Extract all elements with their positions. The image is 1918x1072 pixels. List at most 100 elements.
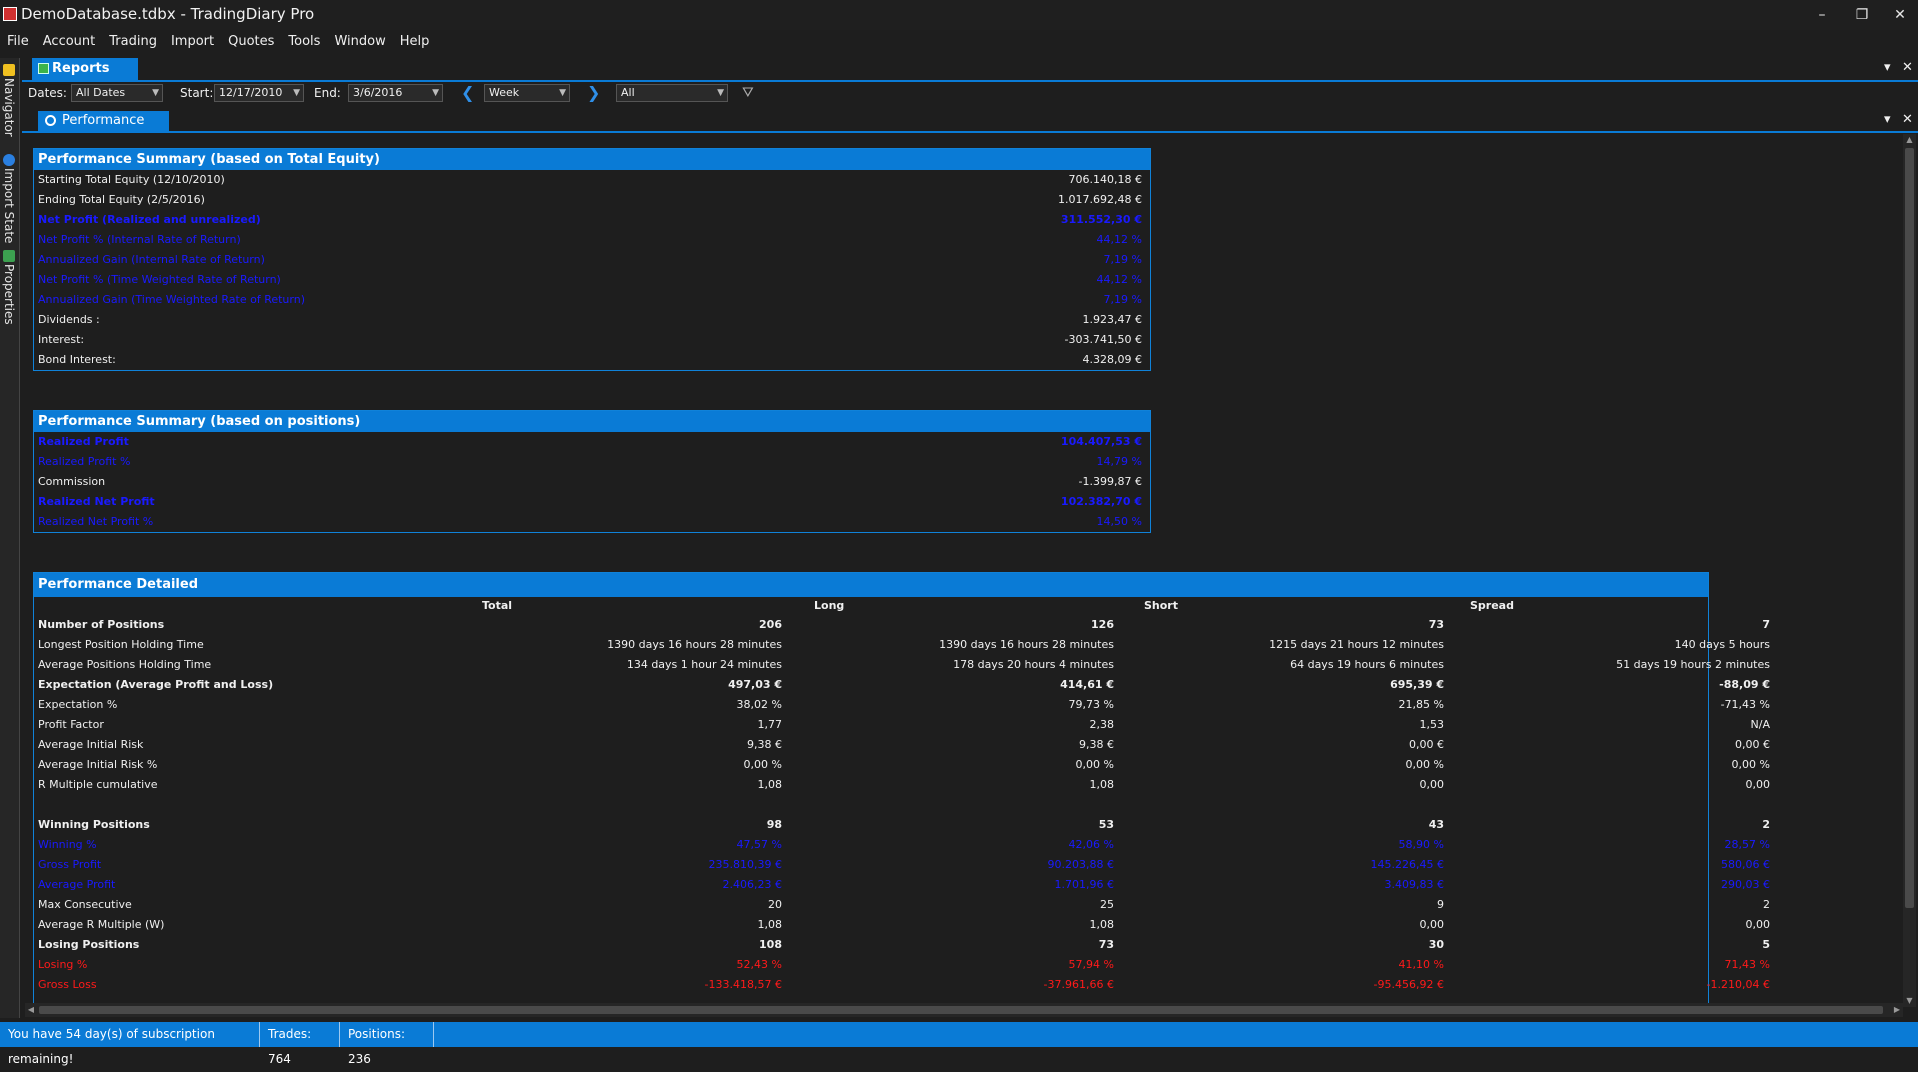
end-date-picker[interactable]: 3/6/2016 ▼ xyxy=(348,84,443,102)
table-cell-short: 695,39 € xyxy=(1390,678,1444,691)
dropdown-arrow-icon: ▼ xyxy=(152,88,159,98)
previous-period-icon[interactable]: ❮ xyxy=(461,83,474,102)
table-cell-spread: N/A xyxy=(1750,718,1770,731)
menu-quotes[interactable]: Quotes xyxy=(221,32,281,52)
menu-trading[interactable]: Trading xyxy=(102,32,164,52)
summary-row-label: Realized Net Profit xyxy=(38,495,155,508)
start-date-picker[interactable]: 12/17/2010 ▼ xyxy=(214,84,304,102)
table-row-label: Losing % xyxy=(38,958,88,971)
filter-select-value: All xyxy=(621,86,635,99)
table-spacer-row xyxy=(34,795,1708,815)
start-label: Start: xyxy=(180,86,214,100)
scroll-right-icon[interactable]: ▶ xyxy=(1891,1003,1903,1017)
tab-reports[interactable]: Reports xyxy=(32,58,138,80)
table-cell-long: 9,38 € xyxy=(1079,738,1114,751)
filter-icon[interactable]: ⛛ xyxy=(742,85,754,101)
performance-tab-bar: Performance ▾ ✕ xyxy=(22,111,1918,133)
table-row-label: Average Profit xyxy=(38,878,116,891)
table-row-label: Average R Multiple (W) xyxy=(38,918,165,931)
column-header-spread: Spread xyxy=(1470,599,1514,612)
period-select[interactable]: Week ▼ xyxy=(484,84,570,102)
table-cell-long: 414,61 € xyxy=(1060,678,1114,691)
vertical-scrollbar[interactable]: ▲ ▼ xyxy=(1903,134,1916,1007)
trades-count: Trades: 764 xyxy=(260,1022,340,1066)
filter-select[interactable]: All ▼ xyxy=(616,84,728,102)
scroll-up-icon[interactable]: ▲ xyxy=(1903,134,1916,146)
close-icon[interactable]: ✕ xyxy=(1902,112,1913,127)
scroll-down-icon[interactable]: ▼ xyxy=(1903,995,1916,1007)
chevron-down-icon[interactable]: ▾ xyxy=(1884,60,1891,75)
chevron-down-icon[interactable]: ▾ xyxy=(1884,112,1891,127)
side-tab-import-state[interactable]: Import State xyxy=(0,152,18,243)
table-row-label: Expectation % xyxy=(38,698,118,711)
summary-row-value: 1.017.692,48 € xyxy=(1058,193,1142,206)
tab-performance[interactable]: Performance xyxy=(38,111,169,131)
table-cell-spread: 0,00 xyxy=(1745,918,1771,931)
table-cell-long: 25 xyxy=(1100,898,1114,911)
scroll-left-icon[interactable]: ◀ xyxy=(25,1003,37,1017)
close-icon[interactable]: ✕ xyxy=(1878,3,1918,27)
summary-row-value: 14,79 % xyxy=(1096,455,1142,468)
table-row: Losing Positions 108 73 30 5 xyxy=(34,935,1770,955)
summary-row: Annualized Gain (Internal Rate of Return… xyxy=(34,250,1150,270)
table-cell-total: 20 xyxy=(768,898,782,911)
table-cell-total: 47,57 % xyxy=(736,838,782,851)
summary-row: Realized Net Profit 102.382,70 € xyxy=(34,492,1150,512)
close-icon[interactable]: ✕ xyxy=(1902,60,1913,75)
menu-help[interactable]: Help xyxy=(393,32,437,52)
summary-row: Net Profit (Realized and unrealized) 311.… xyxy=(34,210,1150,230)
table-cell-short: 9 xyxy=(1437,898,1444,911)
summary-row-value: 7,19 % xyxy=(1103,293,1142,306)
table-row-label: R Multiple cumulative xyxy=(38,778,158,791)
end-date-value: 3/6/2016 xyxy=(353,86,403,99)
vertical-scroll-thumb[interactable] xyxy=(1905,148,1914,908)
minimize-icon[interactable]: – xyxy=(1800,3,1844,27)
summary-row-value: 104.407,53 € xyxy=(1060,435,1142,448)
table-cell-total: 1,08 xyxy=(757,918,783,931)
detailed-column-headers: Total Long Short Spread xyxy=(34,597,1708,615)
table-cell-short: 73 xyxy=(1428,618,1444,631)
report-content: Performance Summary (based on Total Equi… xyxy=(25,134,1903,1007)
table-row: Expectation (Average Profit and Loss) 497… xyxy=(34,675,1770,695)
subscription-status: You have 54 day(s) of subscription remai… xyxy=(0,1022,260,1066)
table-row-label: Winning Positions xyxy=(38,818,150,831)
summary-row-label: Net Profit % (Internal Rate of Return) xyxy=(38,233,241,246)
horizontal-scrollbar[interactable]: ◀ ▶ xyxy=(25,1003,1903,1017)
table-row: Gross Profit 235.810,39 € 90.203,88 € 145.2… xyxy=(34,855,1770,875)
menu-account[interactable]: Account xyxy=(36,32,103,52)
side-tab-label: Import State xyxy=(2,168,16,244)
summary-row-value: 706.140,18 € xyxy=(1068,173,1142,186)
menu-tools[interactable]: Tools xyxy=(281,32,327,52)
table-cell-long: 42,06 % xyxy=(1068,838,1114,851)
summary-row: Dividends : 1.923,47 € xyxy=(34,310,1150,330)
menu-window[interactable]: Window xyxy=(327,32,392,52)
table-cell-short: 0,00 xyxy=(1419,778,1445,791)
performance-summary-equity: Performance Summary (based on Total Equi… xyxy=(33,148,1151,371)
summary-row-label: Dividends : xyxy=(38,313,100,326)
app-icon xyxy=(3,7,17,21)
dates-select[interactable]: All Dates ▼ xyxy=(71,84,163,102)
menu-bar: File Account Trading Import Quotes Tools Windo… xyxy=(0,32,1918,52)
table-row-label: Profit Factor xyxy=(38,718,104,731)
table-row-label: Gross Loss xyxy=(38,978,97,991)
window-title: DemoDatabase.tdbx - TradingDiary Pro xyxy=(21,5,315,23)
table-row: Expectation % 38,02 % 79,73 % 21,85 % -71,43… xyxy=(34,695,1770,715)
table-cell-spread: 0,00 % xyxy=(1731,758,1770,771)
positions-count: Positions: 236 xyxy=(340,1022,434,1066)
table-cell-total: 1,77 xyxy=(757,718,783,731)
horizontal-scroll-thumb[interactable] xyxy=(39,1006,1883,1014)
table-cell-total: 1,08 xyxy=(757,778,783,791)
table-cell-total: 38,02 % xyxy=(736,698,782,711)
period-select-value: Week xyxy=(489,86,520,99)
menu-import[interactable]: Import xyxy=(164,32,221,52)
next-period-icon[interactable]: ❯ xyxy=(587,83,600,102)
menu-file[interactable]: File xyxy=(0,32,36,52)
table-cell-total: 9,38 € xyxy=(747,738,782,751)
table-cell-long: 1,08 xyxy=(1089,918,1115,931)
table-cell-short: 58,90 % xyxy=(1398,838,1444,851)
tab-performance-label: Performance xyxy=(62,113,145,128)
table-row: Average R Multiple (W) 1,08 1,08 0,00 0,00 xyxy=(34,915,1770,935)
side-tab-navigator[interactable]: Navigator xyxy=(0,62,18,137)
table-row: R Multiple cumulative 1,08 1,08 0,00 0,00 xyxy=(34,775,1770,795)
side-tab-properties[interactable]: Properties xyxy=(0,248,18,325)
